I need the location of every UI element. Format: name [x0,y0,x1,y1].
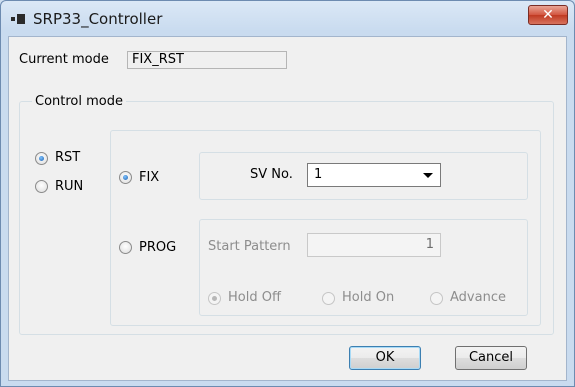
rst-label[interactable]: RST [55,150,80,165]
current-mode-field: FIX_RST [127,51,287,69]
window-title: SRP33_Controller [33,10,163,28]
close-button[interactable]: ✕ [528,5,568,25]
title-bar[interactable]: SRP33_Controller ✕ [1,1,574,37]
start-pattern-input[interactable]: 1 [307,233,441,257]
current-mode-label: Current mode [19,52,109,67]
run-label[interactable]: RUN [55,179,83,194]
close-icon: ✕ [542,7,554,23]
dialog-body: Current mode FIX_RST Control mode RST RU… [8,36,567,381]
sv-no-value: 1 [314,167,323,182]
advance-radio[interactable] [430,292,443,305]
run-radio[interactable] [35,180,48,193]
advance-label[interactable]: Advance [450,290,506,305]
rst-radio[interactable] [35,152,48,165]
hold-on-radio[interactable] [322,292,335,305]
fix-radio[interactable] [119,171,132,184]
fix-label[interactable]: FIX [139,170,159,185]
prog-label[interactable]: PROG [139,240,176,255]
chevron-down-icon [423,173,433,178]
ok-button[interactable]: OK [349,346,421,370]
start-pattern-label: Start Pattern [208,239,291,254]
hold-off-label[interactable]: Hold Off [228,290,281,305]
app-icon [11,14,27,24]
sv-no-label: SV No. [250,167,293,182]
control-mode-caption: Control mode [32,94,126,109]
prog-radio[interactable] [119,241,132,254]
cancel-button[interactable]: Cancel [455,346,527,370]
hold-off-radio[interactable] [208,292,221,305]
sv-no-dropdown[interactable]: 1 [307,163,441,187]
hold-on-label[interactable]: Hold On [342,290,394,305]
dialog-window: SRP33_Controller ✕ Current mode FIX_RST … [0,0,575,387]
